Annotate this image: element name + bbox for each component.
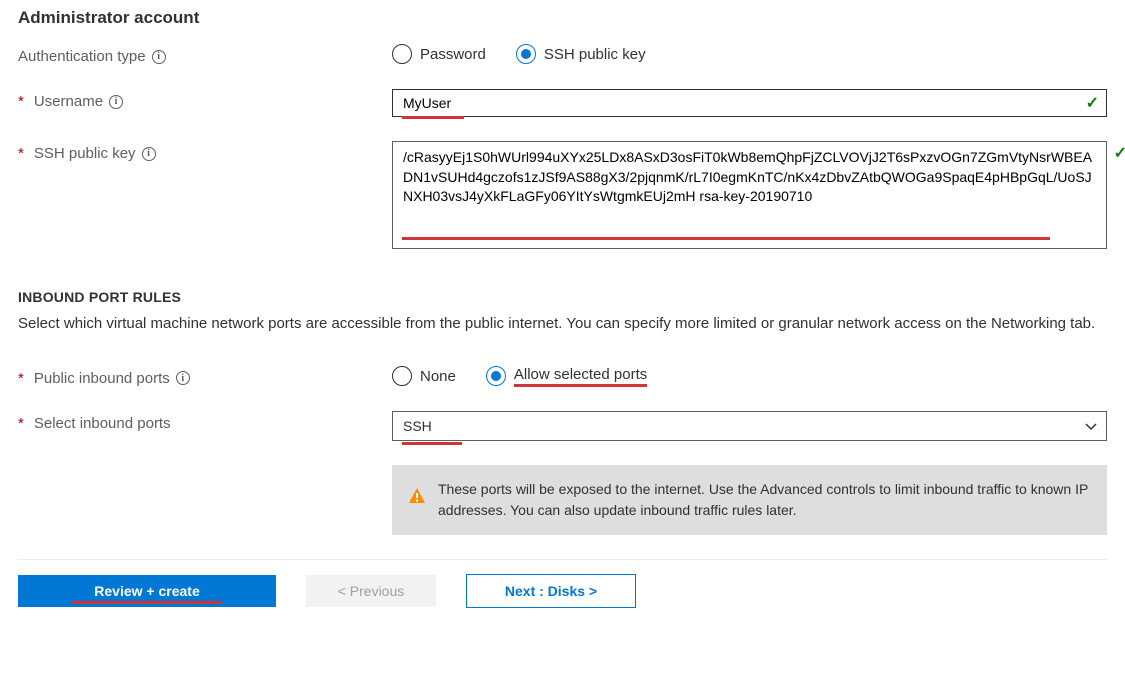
required-star: *	[18, 145, 24, 162]
auth-type-radio-group: Password SSH public key	[392, 44, 646, 64]
radio-label-password: Password	[420, 46, 486, 63]
public-ports-label-text: Public inbound ports	[34, 370, 170, 387]
public-ports-radio-group: None Allow selected ports	[392, 366, 647, 387]
info-icon[interactable]: i	[109, 95, 123, 109]
info-banner: These ports will be exposed to the inter…	[392, 465, 1107, 535]
footer-bar: Review + create < Previous Next : Disks …	[18, 559, 1107, 622]
banner-text: These ports will be exposed to the inter…	[438, 479, 1091, 521]
select-ports-label: * Select inbound ports	[18, 411, 392, 432]
auth-type-label: Authentication type i	[18, 44, 392, 65]
check-icon: ✓	[1086, 93, 1099, 113]
annotation-underline	[72, 601, 222, 604]
radio-label-none: None	[420, 368, 456, 385]
public-ports-label: * Public inbound ports i	[18, 366, 392, 387]
radio-label-ssh: SSH public key	[544, 46, 646, 63]
ssh-key-label: * SSH public key i	[18, 141, 392, 162]
section-title-admin-account: Administrator account	[18, 8, 1107, 28]
radio-circle-allow	[486, 366, 506, 386]
radio-password[interactable]: Password	[392, 44, 486, 64]
required-star: *	[18, 370, 24, 387]
radio-circle-none	[392, 366, 412, 386]
radio-label-allow: Allow selected ports	[514, 366, 647, 387]
annotation-underline	[402, 116, 464, 119]
previous-button: < Previous	[306, 575, 436, 607]
username-label: * Username i	[18, 89, 392, 110]
section-heading-inbound: INBOUND PORT RULES	[18, 289, 1107, 305]
annotation-underline	[402, 237, 1050, 240]
inbound-description: Select which virtual machine network por…	[18, 313, 1107, 336]
radio-circle-password	[392, 44, 412, 64]
username-label-text: Username	[34, 93, 103, 110]
annotation-underline	[402, 442, 462, 445]
check-icon: ✓	[1114, 143, 1125, 163]
radio-ssh[interactable]: SSH public key	[516, 44, 646, 64]
radio-circle-ssh	[516, 44, 536, 64]
review-create-label: Review + create	[94, 583, 199, 599]
info-icon[interactable]: i	[176, 371, 190, 385]
info-icon[interactable]: i	[152, 50, 166, 64]
auth-type-label-text: Authentication type	[18, 48, 146, 65]
ssh-key-textarea[interactable]	[392, 141, 1107, 249]
review-create-button[interactable]: Review + create	[18, 575, 276, 607]
username-input[interactable]	[392, 89, 1107, 117]
info-icon[interactable]: i	[142, 147, 156, 161]
select-ports-dropdown[interactable]: SSH	[392, 411, 1107, 441]
radio-allow[interactable]: Allow selected ports	[486, 366, 647, 387]
required-star: *	[18, 93, 24, 110]
select-ports-label-text: Select inbound ports	[34, 415, 171, 432]
radio-none[interactable]: None	[392, 366, 456, 386]
warning-icon	[408, 487, 426, 511]
ssh-key-label-text: SSH public key	[34, 145, 136, 162]
next-button[interactable]: Next : Disks >	[466, 574, 636, 608]
required-star: *	[18, 415, 24, 432]
